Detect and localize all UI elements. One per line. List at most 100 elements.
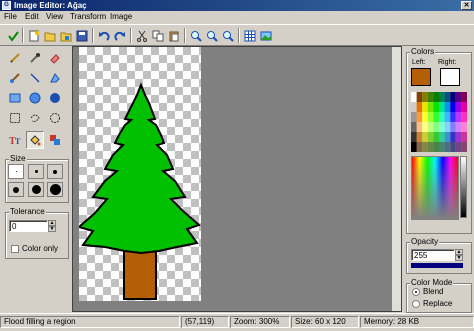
palette-cell[interactable] [455, 122, 462, 132]
palette-cell[interactable] [450, 122, 456, 132]
size-option-3[interactable] [47, 164, 63, 179]
menu-file[interactable]: File [4, 11, 17, 23]
palette-cell[interactable] [461, 142, 467, 152]
palette-cell[interactable] [427, 132, 434, 142]
palette-cell[interactable] [444, 122, 451, 132]
palette-cell[interactable] [422, 112, 428, 122]
palette-cell[interactable] [433, 142, 439, 152]
rect-select-icon[interactable] [7, 110, 23, 126]
palette-cell[interactable] [411, 122, 417, 132]
palette-cell[interactable] [427, 142, 434, 152]
opacity-input[interactable]: 255 [411, 249, 455, 261]
grid-icon[interactable] [242, 28, 257, 43]
palette-cell[interactable] [461, 132, 467, 142]
palette-cell[interactable] [461, 92, 467, 102]
palette-cell[interactable] [422, 132, 428, 142]
palette-cell[interactable] [416, 92, 423, 102]
menu-view[interactable]: View [46, 11, 63, 23]
palette-cell[interactable] [455, 92, 462, 102]
left-color-swatch[interactable] [411, 68, 431, 86]
check-icon[interactable] [5, 28, 20, 43]
size-option-1[interactable] [8, 164, 24, 179]
palette-cell[interactable] [433, 132, 439, 142]
color-picker-icon[interactable] [27, 50, 43, 66]
palette-cell[interactable] [411, 92, 417, 102]
tolerance-spin-down[interactable]: ▼ [48, 226, 56, 232]
size-option-5[interactable] [28, 182, 44, 197]
palette-cell[interactable] [444, 102, 451, 112]
text-icon[interactable]: TT [7, 132, 23, 148]
palette-cell[interactable] [444, 142, 451, 152]
new-icon[interactable] [26, 28, 41, 43]
color-spectrum[interactable] [411, 156, 459, 220]
palette-cell[interactable] [411, 142, 417, 152]
copy-icon[interactable] [150, 28, 165, 43]
palette-cell[interactable] [416, 122, 423, 132]
line-icon[interactable] [27, 70, 43, 86]
palette-cell[interactable] [450, 92, 456, 102]
canvas-scrollbar[interactable] [392, 47, 401, 311]
palette-cell[interactable] [455, 132, 462, 142]
palette-cell[interactable] [444, 112, 451, 122]
palette-cell[interactable] [422, 92, 428, 102]
zoom-out-icon[interactable] [204, 28, 219, 43]
polygon-icon[interactable] [47, 70, 63, 86]
palette-cell[interactable] [444, 132, 451, 142]
menu-transform[interactable]: Transform [70, 11, 106, 23]
palette-cell[interactable] [433, 92, 439, 102]
palette-cell[interactable] [450, 132, 456, 142]
flood-fill-icon[interactable] [26, 131, 44, 149]
palette-cell[interactable] [444, 92, 451, 102]
palette-cell[interactable] [416, 112, 423, 122]
palette-cell[interactable] [422, 102, 428, 112]
palette-cell[interactable] [439, 142, 445, 152]
palette-cell[interactable] [433, 122, 439, 132]
filled-ellipse-icon[interactable] [47, 90, 63, 106]
replace-color-icon[interactable] [47, 132, 63, 148]
palette-cell[interactable] [439, 92, 445, 102]
palette-cell[interactable] [411, 132, 417, 142]
title-bar[interactable]: G Image Editor: Ağaç ✕ [0, 0, 474, 11]
palette-cell[interactable] [422, 142, 428, 152]
palette-cell[interactable] [450, 112, 456, 122]
redo-icon[interactable] [112, 28, 127, 43]
palette-cell[interactable] [422, 122, 428, 132]
palette-cell[interactable] [439, 132, 445, 142]
palette-cell[interactable] [450, 102, 456, 112]
close-button[interactable]: ✕ [461, 1, 472, 10]
palette-cell[interactable] [411, 112, 417, 122]
palette-cell[interactable] [461, 102, 467, 112]
image-icon[interactable] [258, 28, 273, 43]
save-icon[interactable] [74, 28, 89, 43]
menu-edit[interactable]: Edit [25, 11, 39, 23]
palette-cell[interactable] [433, 102, 439, 112]
ellipse-icon[interactable] [27, 90, 43, 106]
palette-cell[interactable] [455, 112, 462, 122]
palette-cell[interactable] [450, 142, 456, 152]
undo-icon[interactable] [96, 28, 111, 43]
palette-cell[interactable] [427, 92, 434, 102]
paste-icon[interactable] [166, 28, 181, 43]
eraser-icon[interactable] [47, 50, 63, 66]
cut-icon[interactable] [134, 28, 149, 43]
zoom-fit-icon[interactable] [220, 28, 235, 43]
palette-cell[interactable] [439, 102, 445, 112]
tolerance-input[interactable]: 0 [9, 220, 48, 232]
brush-icon[interactable] [7, 70, 23, 86]
palette-cell[interactable] [416, 102, 423, 112]
palette-cell[interactable] [439, 122, 445, 132]
pencil-icon[interactable] [7, 50, 23, 66]
menu-image[interactable]: Image [110, 11, 132, 23]
canvas-area[interactable] [72, 46, 402, 312]
size-option-4[interactable] [8, 182, 24, 197]
lasso-icon[interactable] [27, 110, 43, 126]
image-canvas[interactable] [76, 47, 201, 301]
palette-cell[interactable] [416, 142, 423, 152]
color-palette[interactable] [411, 92, 467, 152]
blend-radio[interactable] [412, 288, 420, 296]
palette-cell[interactable] [416, 132, 423, 142]
palette-cell[interactable] [427, 112, 434, 122]
palette-cell[interactable] [455, 142, 462, 152]
palette-cell[interactable] [427, 102, 434, 112]
palette-cell[interactable] [433, 112, 439, 122]
